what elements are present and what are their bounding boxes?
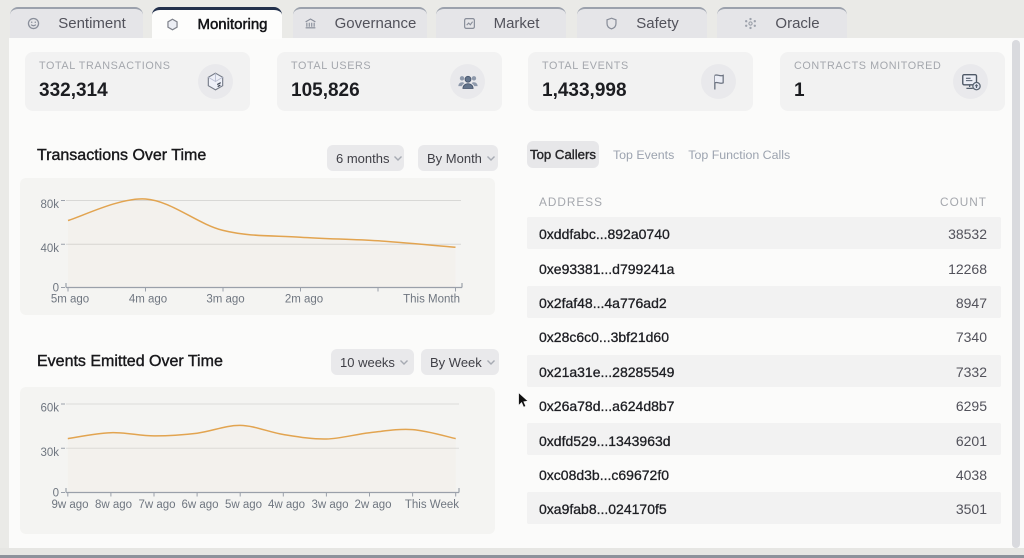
svg-text:6w ago: 6w ago: [181, 499, 218, 511]
svg-text:4w ago: 4w ago: [268, 499, 305, 511]
svg-text:80k: 80k: [40, 199, 59, 211]
svg-text:8w ago: 8w ago: [95, 499, 132, 511]
svg-text:60k: 60k: [40, 403, 59, 415]
svg-text:5m ago: 5m ago: [51, 294, 89, 306]
svg-text:30k: 30k: [40, 447, 59, 459]
svg-text:2m ago: 2m ago: [285, 294, 323, 306]
svg-text:40k: 40k: [40, 243, 59, 255]
svg-text:4m ago: 4m ago: [129, 294, 167, 306]
svg-text:5w ago: 5w ago: [225, 499, 262, 511]
svg-text:9w ago: 9w ago: [51, 499, 88, 511]
svg-text:2w ago: 2w ago: [354, 499, 391, 511]
svg-text:3m ago: 3m ago: [206, 294, 244, 306]
svg-text:This Month: This Month: [403, 294, 460, 306]
svg-text:This Week: This Week: [405, 499, 459, 511]
svg-text:0: 0: [53, 488, 59, 500]
svg-text:7w ago: 7w ago: [138, 499, 175, 511]
svg-text:3w ago: 3w ago: [311, 499, 348, 511]
